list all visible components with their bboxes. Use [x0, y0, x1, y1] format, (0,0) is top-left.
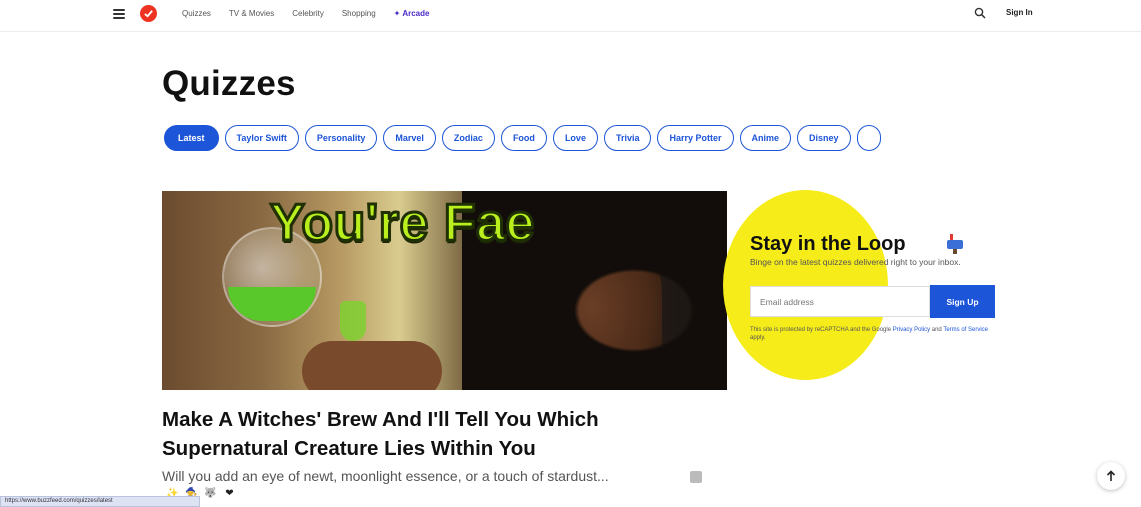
newsletter-subtitle: Binge on the latest quizzes delivered ri… [750, 257, 961, 267]
article-title[interactable]: Make A Witches' Brew And I'll Tell You W… [162, 405, 722, 463]
buzzfeed-logo[interactable] [140, 5, 157, 22]
wolf-reaction-icon: 🐺 [204, 488, 217, 499]
newsletter-signup: Stay in the Loop Binge on the latest qui… [723, 190, 1023, 390]
pill-love[interactable]: Love [552, 125, 598, 151]
pill-anime[interactable]: Anime [739, 125, 792, 151]
pill-taylor-swift[interactable]: Taylor Swift [224, 125, 299, 151]
nav-link-quizzes[interactable]: Quizzes [182, 9, 211, 18]
yellow-blob [723, 190, 888, 380]
pill-latest[interactable]: Latest [164, 125, 219, 151]
pill-zodiac[interactable]: Zodiac [441, 125, 495, 151]
hamburger-icon[interactable] [113, 9, 125, 19]
newsletter-title: Stay in the Loop [750, 233, 906, 255]
privacy-policy-link[interactable]: Privacy Policy [893, 327, 930, 333]
sign-up-button[interactable]: Sign Up [930, 285, 995, 318]
hero-overlay-text: You're Fae [269, 193, 536, 254]
pill-trivia[interactable]: Trivia [603, 125, 652, 151]
terms-of-service-link[interactable]: Terms of Service [943, 327, 988, 333]
recaptcha-notice: This site is protected by reCAPTCHA and … [750, 326, 995, 342]
status-bar-url: https://www.buzzfeed.com/quizzes/latest [0, 496, 200, 507]
mailbox-icon [947, 234, 963, 254]
category-pills: Latest Taylor Swift Personality Marvel Z… [164, 125, 995, 153]
scroll-to-top-button[interactable] [1097, 462, 1125, 490]
quiz-type-icon [690, 471, 702, 483]
sign-in-link[interactable]: Sign In [1006, 8, 1033, 17]
hand-shape [302, 341, 442, 390]
pill-personality[interactable]: Personality [304, 125, 378, 151]
page-title: Quizzes [162, 64, 296, 103]
search-icon[interactable] [974, 7, 986, 19]
pill-disney[interactable]: Disney [797, 125, 851, 151]
article-description: Will you add an eye of newt, moonlight e… [162, 468, 609, 484]
nav-links: Quizzes TV & Movies Celebrity Shopping ✦… [182, 9, 429, 18]
arrow-up-icon [1106, 470, 1116, 481]
featured-quiz-image[interactable]: You're Fae [162, 191, 727, 390]
arcade-icon: ✦ [393, 9, 401, 18]
heart-reaction-icon: ❤ [225, 488, 234, 499]
nav-link-shopping[interactable]: Shopping [342, 9, 376, 18]
email-field[interactable] [750, 286, 930, 317]
pill-more-partial[interactable] [856, 125, 881, 151]
pill-marvel[interactable]: Marvel [383, 125, 436, 151]
recaptcha-text-post: apply. [750, 335, 766, 341]
nav-link-celebrity[interactable]: Celebrity [292, 9, 324, 18]
pill-food[interactable]: Food [500, 125, 547, 151]
recaptcha-text-mid: and [930, 327, 944, 333]
recaptcha-text-pre: This site is protected by reCAPTCHA and … [750, 327, 893, 333]
nav-link-arcade[interactable]: ✦ Arcade [394, 9, 430, 18]
nav-link-tv-movies[interactable]: TV & Movies [229, 9, 274, 18]
top-navigation: Quizzes TV & Movies Celebrity Shopping ✦… [0, 0, 1141, 32]
small-flask [340, 301, 366, 341]
pill-harry-potter[interactable]: Harry Potter [657, 125, 734, 151]
arcade-label: Arcade [402, 9, 430, 18]
